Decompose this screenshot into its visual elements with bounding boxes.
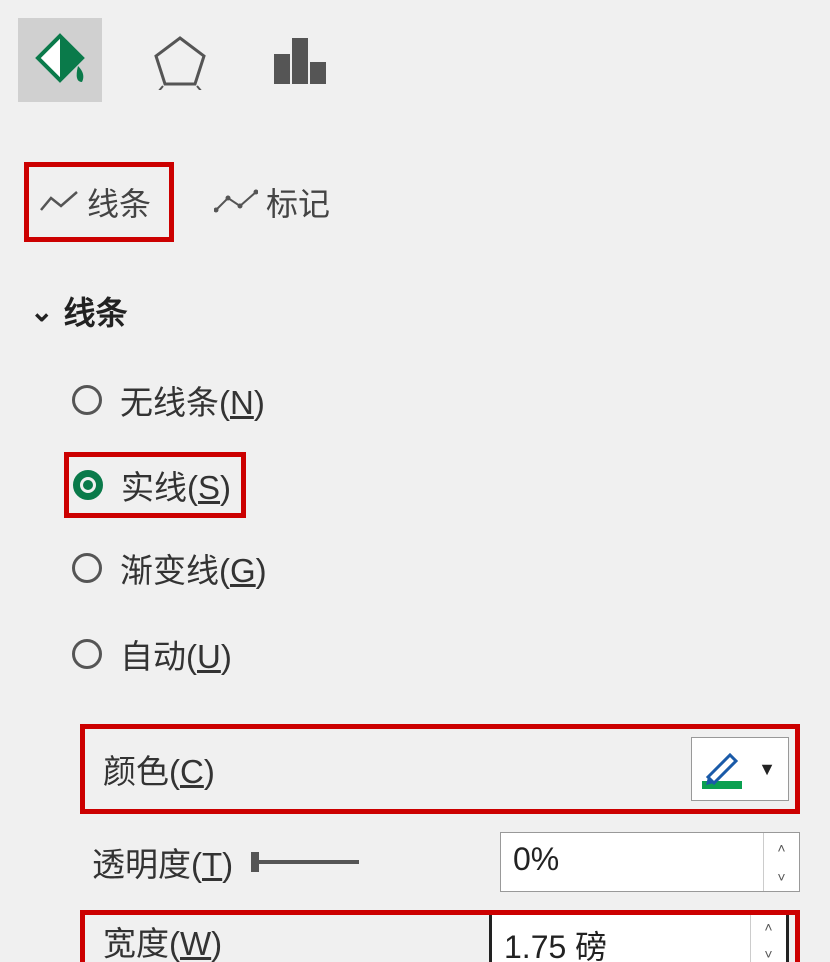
- dropdown-arrow-icon: ▼: [750, 759, 780, 780]
- radio-solid-line[interactable]: 实线(S): [64, 452, 246, 518]
- spin-down-icon[interactable]: ˅: [764, 862, 799, 891]
- prop-width-row: 宽度(W) 1.75 磅 ˄ ˅: [80, 910, 800, 962]
- line-type-radio-group: 无线条(N) 实线(S) 渐变线(G) 自动(U): [0, 344, 830, 720]
- effects-category-icon[interactable]: [138, 18, 222, 102]
- marker-icon: [214, 188, 258, 216]
- section-line-title: 线条: [63, 288, 127, 334]
- radio-gradient-line[interactable]: 渐变线(G): [64, 540, 830, 596]
- color-picker-button[interactable]: ▼: [691, 737, 789, 801]
- radio-no-line-label: 无线条(N): [120, 376, 265, 424]
- radio-solid-line-label: 实线(S): [121, 461, 231, 509]
- transparency-value: 0%: [501, 833, 763, 891]
- category-icon-row: [0, 0, 830, 122]
- width-spinner[interactable]: 1.75 磅 ˄ ˅: [489, 911, 789, 962]
- radio-no-line[interactable]: 无线条(N): [64, 372, 830, 428]
- spinner-arrows: ˄ ˅: [763, 833, 799, 891]
- radio-icon: [72, 385, 102, 415]
- prop-color-row: 颜色(C) ▼: [80, 724, 800, 814]
- width-value: 1.75 磅: [492, 914, 750, 962]
- pencil-color-icon: [700, 747, 744, 791]
- subtab-row: 线条 标记: [0, 122, 830, 262]
- spinner-arrows: ˄ ˅: [750, 914, 786, 962]
- section-line-header[interactable]: ⌄ 线条: [0, 262, 830, 344]
- radio-icon: [72, 639, 102, 669]
- prop-transparency-row: 透明度(T) 0% ˄ ˅: [80, 824, 800, 900]
- radio-icon: [73, 470, 103, 500]
- radio-gradient-line-label: 渐变线(G): [120, 544, 267, 592]
- transparency-spinner[interactable]: 0% ˄ ˅: [500, 832, 800, 892]
- spin-up-icon[interactable]: ˄: [751, 914, 786, 941]
- chevron-down-icon: ⌄: [30, 295, 53, 328]
- radio-auto-line-label: 自动(U): [120, 630, 232, 678]
- transparency-slider[interactable]: [247, 848, 367, 876]
- spin-down-icon[interactable]: ˅: [751, 941, 786, 962]
- radio-auto-line[interactable]: 自动(U): [64, 626, 830, 682]
- tab-line-label: 线条: [87, 179, 151, 225]
- chart-category-icon[interactable]: [258, 18, 342, 102]
- line-properties: 颜色(C) ▼ 透明度(T) 0% ˄: [0, 720, 830, 962]
- prop-color-label: 颜色(C): [91, 745, 215, 793]
- tab-line[interactable]: 线条: [24, 162, 174, 242]
- radio-icon: [72, 553, 102, 583]
- line-icon: [39, 188, 79, 216]
- prop-width-label: 宽度(W): [91, 917, 222, 962]
- spin-up-icon[interactable]: ˄: [764, 833, 799, 862]
- tab-marker[interactable]: 标记: [204, 173, 340, 231]
- fill-line-category-icon[interactable]: [18, 18, 102, 102]
- prop-transparency-label: 透明度(T): [80, 838, 233, 886]
- tab-marker-label: 标记: [266, 179, 330, 225]
